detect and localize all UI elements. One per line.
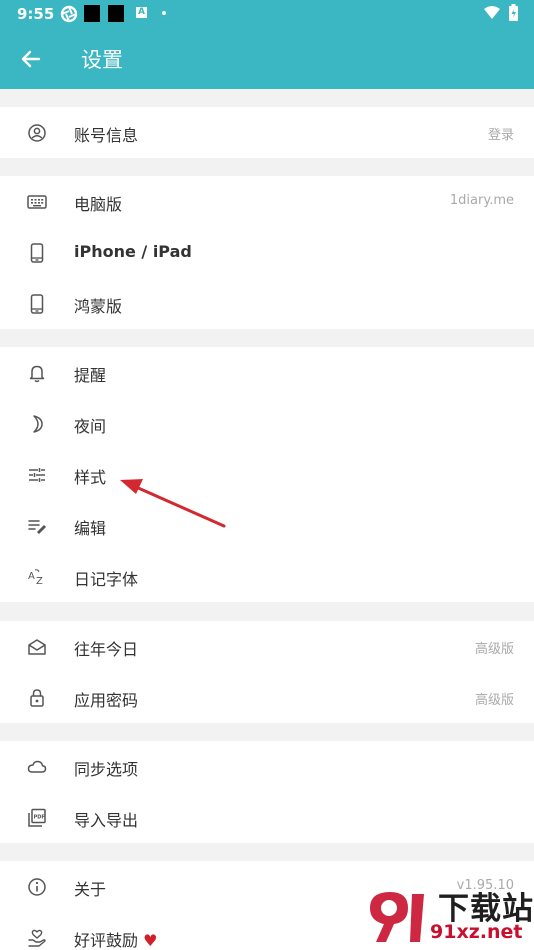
row-label: 好评鼓励 ♥ [74, 927, 157, 950]
row-label: 同步选项 [74, 760, 139, 779]
settings-row-harmony[interactable]: 鸿蒙版 [0, 278, 534, 329]
edit-lines-icon [26, 515, 48, 537]
settings-group-display: 提醒 夜间 样式 编辑 AZ 日记字体 [0, 347, 534, 602]
settings-row-sync[interactable]: 同步选项 [0, 741, 534, 792]
status-time: 9:55 [17, 5, 55, 23]
wifi-icon [484, 6, 500, 19]
settings-row-style[interactable]: 样式 [0, 449, 534, 500]
back-button[interactable] [14, 42, 48, 76]
settings-row-iphone[interactable]: iPhone / iPad [0, 227, 534, 278]
a-badge-icon: A [136, 7, 147, 18]
settings-group-premium: 往年今日 高级版 应用密码 高级版 [0, 621, 534, 723]
phone-icon [26, 242, 48, 264]
settings-row-desktop[interactable]: 电脑版 1diary.me [0, 176, 534, 227]
row-label: 编辑 [74, 519, 107, 538]
row-label: 鸿蒙版 [74, 297, 123, 316]
svg-text:PDF: PDF [34, 815, 45, 821]
settings-row-edit[interactable]: 编辑 [0, 500, 534, 551]
cloud-icon [26, 756, 48, 778]
aperture-icon [60, 5, 78, 23]
settings-group-account: 账号信息 登录 [0, 107, 534, 158]
settings-group-data: 同步选项 PDF 导入导出 [0, 741, 534, 843]
settings-row-diary-font[interactable]: AZ 日记字体 [0, 551, 534, 602]
phone-icon [26, 293, 48, 315]
lock-icon [26, 687, 48, 709]
row-trail: 高级版 [474, 642, 514, 657]
settings-group-platforms: 电脑版 1diary.me iPhone / iPad 鸿蒙版 [0, 176, 534, 329]
dot-icon [162, 11, 166, 15]
moon-icon [26, 413, 48, 435]
battery-icon [509, 4, 518, 21]
rate-label-text: 好评鼓励 [74, 931, 139, 950]
row-label: 账号信息 [74, 126, 139, 145]
heart-icon: ♥ [143, 931, 158, 950]
arrow-left-icon [21, 50, 41, 68]
page-title: 设置 [81, 48, 123, 72]
row-trail: 高级版 [474, 693, 514, 708]
hand-heart-icon [26, 927, 48, 949]
watermark-logo-icon [370, 892, 424, 942]
row-label: 夜间 [74, 417, 107, 436]
settings-row-on-this-day[interactable]: 往年今日 高级版 [0, 621, 534, 672]
settings-row-reminder[interactable]: 提醒 [0, 347, 534, 398]
row-label: 往年今日 [74, 640, 139, 659]
row-label: 样式 [74, 468, 107, 487]
notification-black-icon [108, 5, 124, 22]
row-label: 关于 [74, 880, 107, 899]
sliders-icon [26, 464, 48, 486]
pdf-icon: PDF [26, 807, 48, 829]
status-bar: 9:55 A [0, 0, 534, 28]
settings-row-account[interactable]: 账号信息 登录 [0, 107, 534, 158]
svg-text:Z: Z [36, 576, 43, 586]
row-label: 提醒 [74, 366, 107, 385]
font-az-icon: AZ [26, 566, 48, 588]
info-icon [26, 876, 48, 898]
account-circle-icon [26, 122, 48, 144]
row-label: 电脑版 [74, 195, 123, 214]
settings-row-night[interactable]: 夜间 [0, 398, 534, 449]
watermark-url: 91xz.net [430, 921, 523, 943]
keyboard-icon [26, 191, 48, 213]
app-bar: 9:55 A 设置 [0, 0, 534, 89]
bell-icon [26, 362, 48, 384]
row-trail: 登录 [487, 128, 514, 143]
settings-row-app-password[interactable]: 应用密码 高级版 [0, 672, 534, 723]
row-label: 导入导出 [74, 811, 139, 830]
row-label: iPhone / iPad [74, 242, 192, 261]
row-label: 应用密码 [74, 691, 139, 710]
svg-text:A: A [28, 571, 35, 582]
row-label: 日记字体 [74, 570, 139, 589]
settings-row-import-export[interactable]: PDF 导入导出 [0, 792, 534, 843]
mail-open-icon [26, 636, 48, 658]
notification-black-icon [84, 5, 100, 22]
row-trail: 1diary.me [449, 193, 514, 208]
